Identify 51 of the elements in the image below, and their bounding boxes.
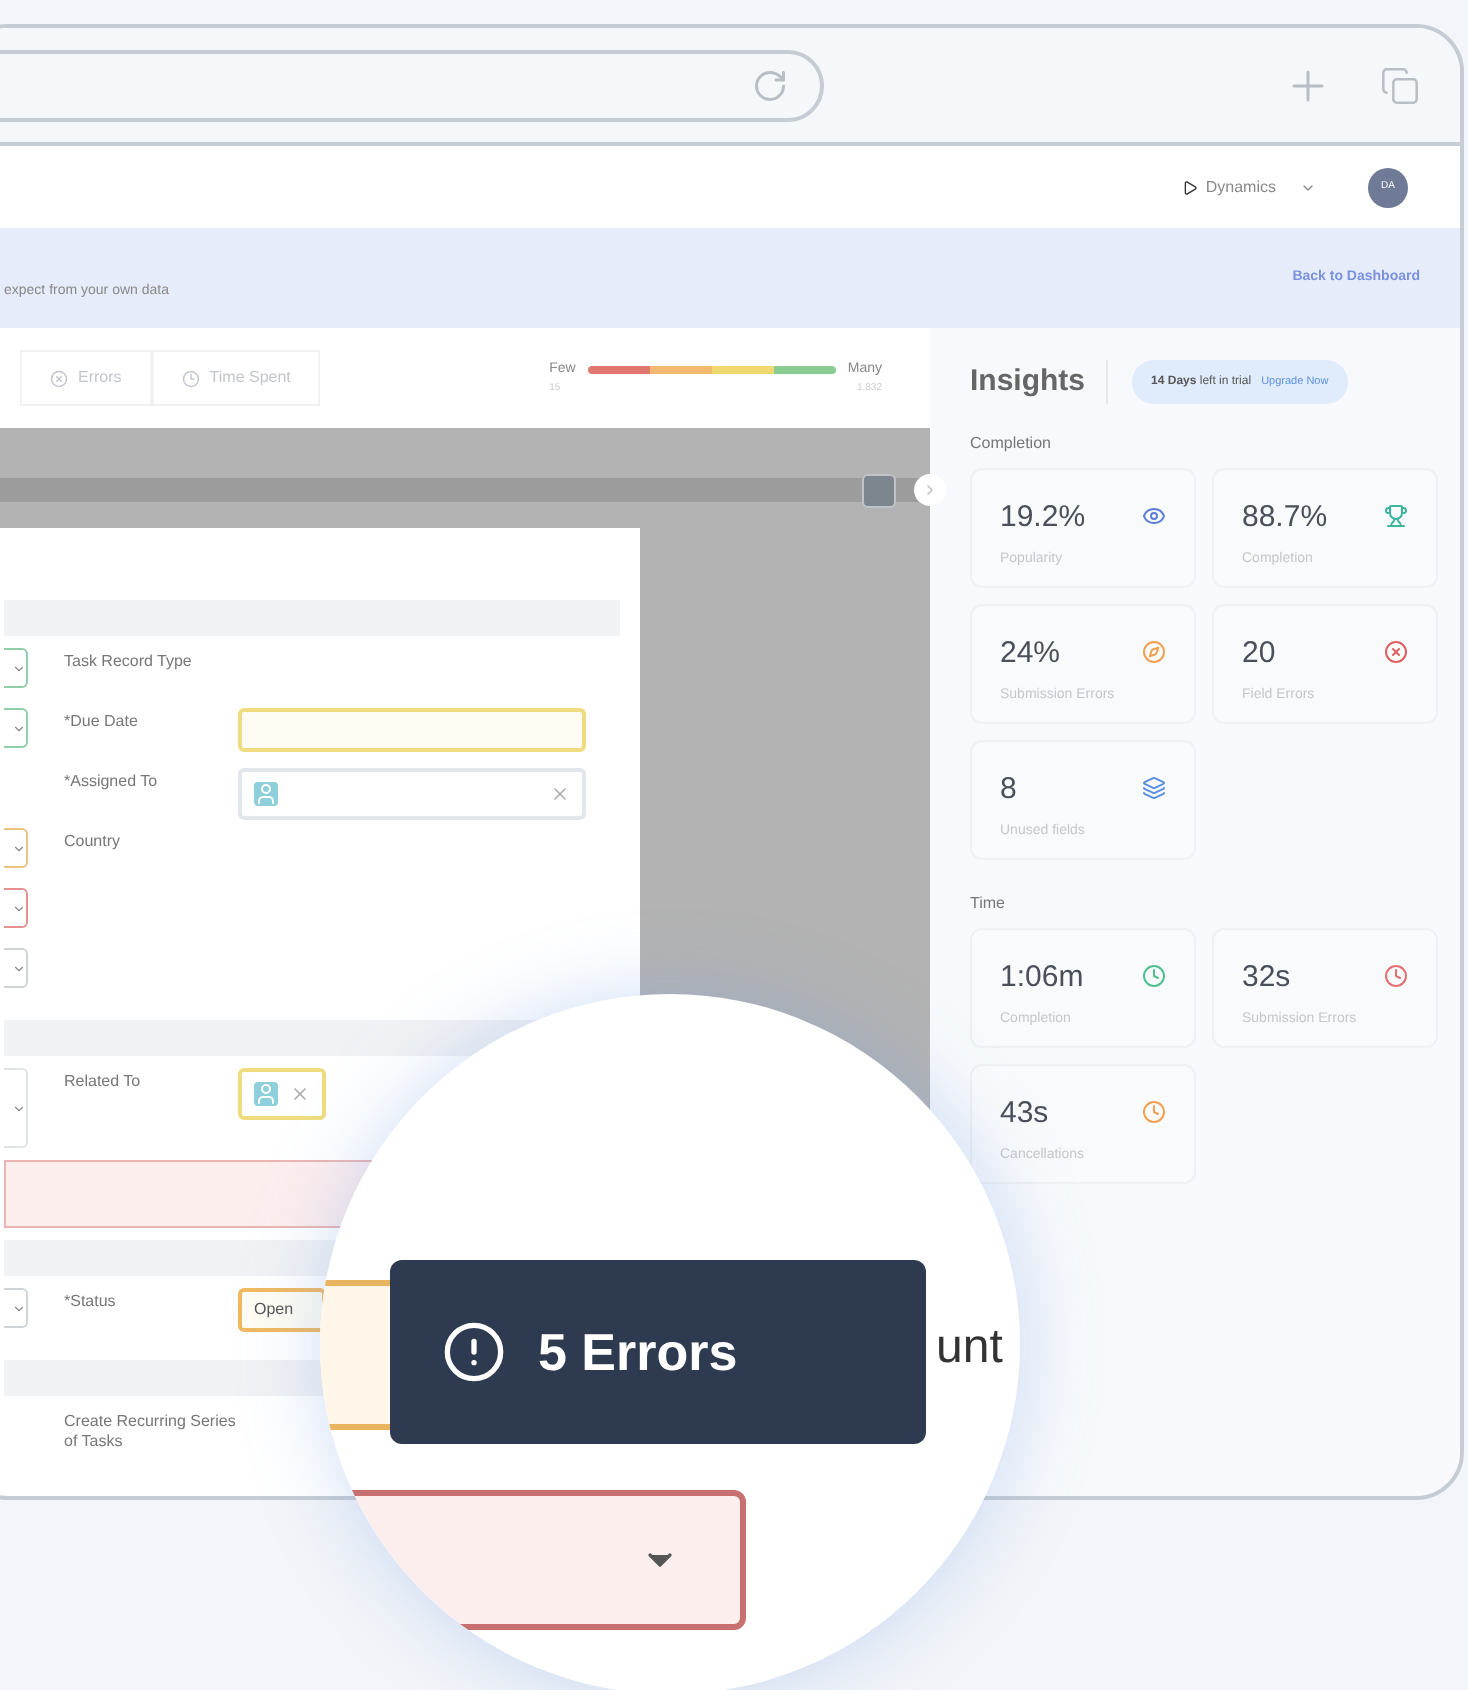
play-icon [1181, 179, 1198, 195]
caret-icon [12, 1301, 26, 1315]
chevron-icon [922, 482, 938, 498]
alert-icon [442, 1320, 506, 1384]
metric-value: 20 [1242, 634, 1278, 674]
input-field[interactable]: Open [238, 1288, 326, 1332]
workspace-dropdown[interactable]: Dynamics [1181, 175, 1316, 199]
caret-icon [12, 1101, 26, 1115]
field-label: Task Record Type [64, 652, 194, 672]
lookup-field[interactable] [238, 1068, 326, 1120]
metric-value: 8 [1000, 770, 1019, 810]
caret-icon [12, 841, 26, 855]
select-field[interactable] [4, 708, 28, 748]
field-label: *Assigned To [64, 772, 160, 792]
caret-icon [12, 721, 26, 735]
section-title: Completion [970, 432, 1053, 456]
metric-value: 24% [1000, 634, 1063, 674]
address-bar[interactable] [0, 49, 824, 121]
metric-value: 1:06m [1000, 958, 1084, 998]
caret-icon [12, 961, 26, 975]
select-field[interactable] [4, 888, 28, 928]
filter-tab[interactable]: Time Spent [151, 350, 321, 406]
insights-title: Insights [970, 359, 1108, 405]
field-label: Create Recurring Series of Tasks [64, 1412, 238, 1452]
tooltip-text: 5 Errors [538, 1319, 738, 1385]
field-label: *Status [64, 1292, 118, 1312]
select-field[interactable] [4, 648, 28, 688]
user-icon [254, 1082, 278, 1106]
reload-icon[interactable] [752, 67, 788, 103]
field-label: unt [936, 1320, 1003, 1376]
caret-icon [12, 901, 26, 915]
metric-value: 88.7% [1242, 498, 1328, 538]
select-field[interactable] [4, 828, 28, 868]
metric-value: 32s [1242, 958, 1293, 998]
field-label: Country [64, 832, 123, 852]
error-icon [50, 369, 68, 387]
metric-value: 19.2% [1000, 498, 1086, 538]
tabs-icon[interactable] [1380, 65, 1420, 105]
caret-icon [12, 661, 26, 675]
metric-value: 43s [1000, 1094, 1051, 1134]
filter-tab[interactable]: Errors [20, 350, 152, 406]
user-icon [254, 782, 278, 806]
toggle-button[interactable] [862, 473, 896, 507]
clear-icon[interactable] [550, 784, 570, 804]
field-label: *Due Date [64, 712, 140, 732]
lookup-field[interactable] [238, 768, 586, 820]
clock-icon [181, 369, 200, 387]
section-title: Time [970, 892, 1007, 916]
input-field[interactable] [238, 708, 586, 752]
field-label: Related To [64, 1072, 143, 1092]
clear-icon[interactable] [290, 1084, 310, 1104]
